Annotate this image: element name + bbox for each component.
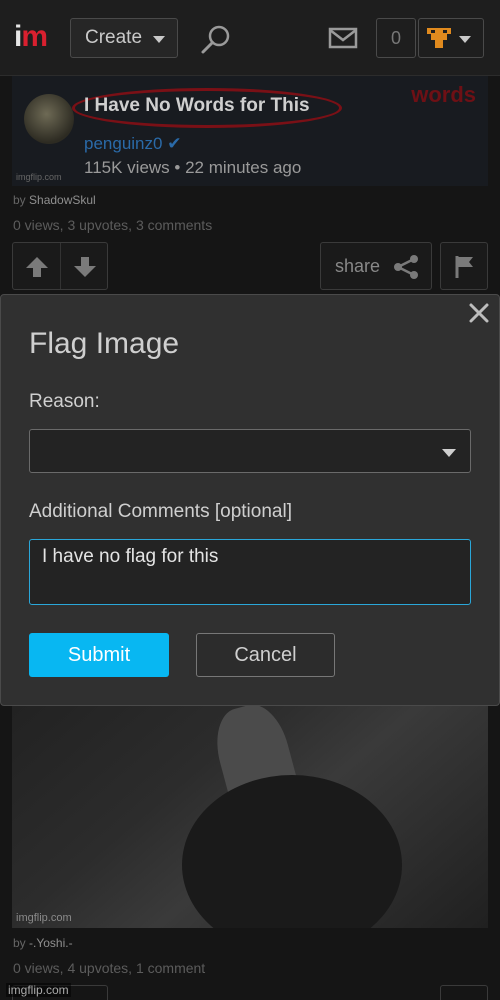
- user-avatar-icon: [427, 28, 451, 48]
- top-navbar: im Create 0: [0, 0, 500, 76]
- embedded-avatar: [24, 94, 74, 144]
- user-menu-button[interactable]: [418, 18, 484, 58]
- post-image[interactable]: I Have No Words for This penguinz0 ✔ 115…: [12, 76, 488, 186]
- share-label: share: [335, 256, 381, 276]
- flag-button[interactable]: [440, 242, 488, 290]
- upvote-icon[interactable]: [25, 256, 49, 278]
- image-watermark: imgflip.com: [16, 912, 72, 924]
- image-watermark: imgflip.com: [16, 172, 62, 182]
- embedded-video-title: I Have No Words for This: [84, 95, 310, 116]
- post-stats: 0 views, 3 upvotes, 3 comments: [13, 217, 213, 233]
- embedded-corner-text: words: [411, 82, 476, 107]
- share-button[interactable]: share: [320, 242, 432, 290]
- modal-title: Flag Image: [29, 327, 180, 360]
- chevron-down-icon: [442, 449, 456, 457]
- share-icon: [394, 255, 418, 279]
- create-label: Create: [85, 27, 143, 48]
- embedded-video-meta: 115K views • 22 minutes ago: [84, 158, 302, 177]
- image-figure-head: [182, 775, 402, 928]
- downvote-icon[interactable]: [73, 256, 97, 278]
- author-link[interactable]: -.Yoshi.-: [29, 936, 73, 950]
- mail-icon[interactable]: [328, 26, 358, 50]
- reason-label: Reason:: [29, 391, 100, 412]
- reason-select[interactable]: [29, 429, 471, 473]
- submit-button[interactable]: Submit: [29, 633, 169, 677]
- cancel-button[interactable]: Cancel: [196, 633, 335, 677]
- flag-image-modal: Flag Image Reason: Additional Comments […: [0, 294, 500, 706]
- author-link[interactable]: ShadowSkul: [29, 193, 96, 207]
- page: I Have No Words for This penguinz0 ✔ 115…: [0, 0, 500, 1000]
- page-watermark: imgflip.com: [6, 983, 71, 997]
- post-author-line: by -.Yoshi.-: [13, 936, 73, 950]
- create-dropdown-button[interactable]: Create: [70, 18, 178, 58]
- additional-comments-field[interactable]: I have no flag for this: [29, 539, 471, 605]
- flag-icon: [455, 256, 473, 278]
- search-icon[interactable]: [200, 24, 232, 56]
- vote-buttons: [12, 242, 108, 290]
- close-icon[interactable]: [467, 301, 491, 325]
- chevron-down-icon: [459, 36, 471, 43]
- notification-count-button[interactable]: 0: [376, 18, 416, 58]
- post-image[interactable]: imgflip.com: [12, 705, 488, 928]
- imgflip-logo[interactable]: im: [14, 22, 48, 52]
- embedded-channel-name: penguinz0 ✔: [84, 134, 182, 153]
- additional-comments-label: Additional Comments [optional]: [29, 501, 292, 522]
- post-stats: 0 views, 4 upvotes, 1 comment: [13, 960, 206, 976]
- flag-button[interactable]: [440, 985, 488, 1000]
- chevron-down-icon: [153, 36, 165, 43]
- post-author-line: by ShadowSkul: [13, 193, 96, 207]
